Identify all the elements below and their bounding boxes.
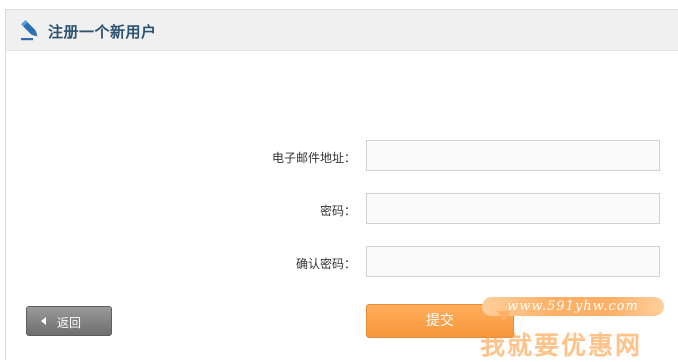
email-field[interactable] bbox=[366, 140, 660, 171]
confirm-password-field[interactable] bbox=[366, 246, 660, 277]
page-title: 注册一个新用户 bbox=[48, 23, 157, 41]
email-label: 电子邮件地址： bbox=[271, 151, 356, 165]
register-panel: 注册一个新用户 电子邮件地址： 密码： 确认密码： 返回 提交 www.591y… bbox=[5, 9, 678, 360]
chevron-left-icon bbox=[41, 317, 46, 325]
confirm-password-label: 确认密码： bbox=[295, 257, 356, 271]
password-field[interactable] bbox=[366, 193, 660, 224]
back-button-label: 返回 bbox=[57, 316, 82, 330]
panel-header: 注册一个新用户 bbox=[6, 10, 678, 51]
pencil-icon bbox=[21, 20, 38, 41]
password-label: 密码： bbox=[319, 204, 356, 218]
back-button[interactable]: 返回 bbox=[26, 306, 112, 336]
watermark-pin bbox=[497, 311, 511, 321]
watermark-text: 我就要优惠网 bbox=[480, 331, 643, 360]
